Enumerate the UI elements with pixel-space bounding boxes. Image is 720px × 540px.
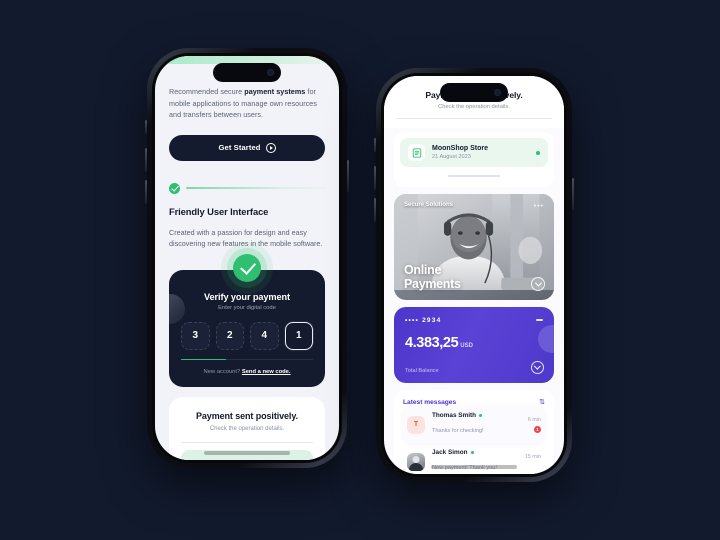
message-body: Jack Simon New payment! Thank you! bbox=[432, 449, 518, 474]
message-time: 6 min bbox=[527, 416, 541, 423]
status-dot bbox=[536, 150, 540, 155]
payment-sent-title: Payment sent positively. bbox=[196, 411, 298, 422]
store-row[interactable]: MoonShop Store 21 August 2023 bbox=[400, 138, 548, 167]
get-started-label: Get Started bbox=[218, 143, 261, 153]
screen-right: Payment sent positively. Check the opera… bbox=[384, 76, 564, 474]
message-meta: 15 min bbox=[525, 454, 541, 470]
card-number-mask: •••• 2934 bbox=[405, 317, 442, 324]
intro-text-before: Recommended secure bbox=[169, 87, 245, 96]
message-time: 15 min bbox=[524, 453, 541, 460]
otp-digit-3[interactable]: 4 bbox=[250, 321, 279, 350]
messages-title: Latest messages bbox=[403, 398, 457, 406]
volume-up-button[interactable] bbox=[145, 148, 147, 172]
feature-heading: Friendly User Interface bbox=[169, 205, 269, 217]
dynamic-island-left bbox=[213, 63, 281, 82]
verify-footer: New account? Send a new code. bbox=[181, 369, 313, 375]
power-button[interactable] bbox=[347, 160, 349, 192]
silent-switch[interactable] bbox=[145, 120, 147, 134]
intro-text-bold: payment systems bbox=[244, 87, 306, 96]
home-indicator-right[interactable] bbox=[431, 465, 517, 469]
home-indicator-left[interactable] bbox=[204, 451, 290, 455]
sort-icon[interactable]: ⇅ bbox=[539, 398, 545, 406]
message-sender: Jack Simon bbox=[432, 449, 518, 456]
message-sender: Thomas Smith bbox=[432, 412, 521, 419]
verify-section: Verify your payment Enter your digital c… bbox=[169, 253, 325, 388]
store-date: 21 August 2023 bbox=[432, 154, 471, 160]
store-card: MoonShop Store 21 August 2023 bbox=[394, 132, 554, 187]
phone-mockup-left: Recommended secure payment systems for m… bbox=[145, 48, 349, 468]
message-preview: Thanks for checking! bbox=[432, 428, 484, 434]
intro-paragraph: Recommended secure payment systems for m… bbox=[169, 86, 325, 121]
screen-left: Recommended secure payment systems for m… bbox=[155, 56, 339, 460]
message-body: Thomas Smith Thanks for checking! bbox=[432, 412, 521, 437]
divider bbox=[181, 442, 313, 444]
silent-switch[interactable] bbox=[374, 138, 376, 152]
volume-down-button[interactable] bbox=[145, 180, 147, 204]
balance-card[interactable]: •••• 2934 4.383,25 USD Total Balance bbox=[394, 307, 554, 383]
promo-title-line2: Payments bbox=[404, 276, 461, 291]
phone-bezel-left: Recommended secure payment systems for m… bbox=[152, 53, 342, 463]
message-sender-name: Thomas Smith bbox=[432, 412, 477, 419]
balance-currency: USD bbox=[460, 343, 473, 349]
phone-bezel-right: Payment sent positively. Check the opera… bbox=[381, 73, 567, 477]
arrow-down-right-circle-icon[interactable] bbox=[531, 361, 544, 374]
left-content: Recommended secure payment systems for m… bbox=[155, 64, 339, 460]
otp-digit-4[interactable]: 1 bbox=[284, 321, 313, 350]
balance-label: Total Balance bbox=[405, 368, 439, 374]
otp-input-group: 3 2 4 1 bbox=[181, 321, 313, 350]
card-drag-handle[interactable] bbox=[448, 175, 500, 177]
unread-badge: 1 bbox=[534, 425, 541, 433]
message-sender-name: Jack Simon bbox=[432, 449, 468, 456]
front-camera-icon bbox=[267, 69, 274, 76]
volume-up-button[interactable] bbox=[374, 166, 376, 190]
receipt-icon bbox=[408, 144, 425, 161]
payment-sent-subtitle: Check the operation details. bbox=[209, 426, 285, 433]
decorative-orb bbox=[538, 325, 554, 353]
messages-card: Latest messages ⇅ T Thomas Smith Thanks … bbox=[394, 390, 554, 474]
canvas: Recommended secure payment systems for m… bbox=[0, 0, 720, 540]
avatar bbox=[407, 452, 425, 471]
otp-digit-2[interactable]: 2 bbox=[215, 321, 244, 350]
volume-down-button[interactable] bbox=[374, 198, 376, 222]
phone-mockup-right: Payment sent positively. Check the opera… bbox=[374, 68, 574, 482]
otp-digit-1[interactable]: 3 bbox=[181, 321, 210, 350]
store-info: MoonShop Store 21 August 2023 bbox=[432, 145, 488, 160]
card-brand-mark bbox=[536, 319, 543, 321]
check-circle-icon bbox=[233, 253, 261, 282]
power-button[interactable] bbox=[572, 178, 574, 210]
avatar: T bbox=[407, 415, 425, 434]
message-row[interactable]: T Thomas Smith Thanks for checking! 6 mi… bbox=[403, 406, 545, 443]
verify-title: Verify your payment bbox=[204, 291, 290, 302]
verify-hint: Enter your digital code bbox=[218, 304, 276, 311]
get-started-button[interactable]: Get Started bbox=[169, 134, 325, 161]
balance-amount: 4.383,25 bbox=[405, 335, 459, 351]
right-content: MoonShop Store 21 August 2023 Secure Sol… bbox=[384, 126, 564, 474]
online-dot-icon bbox=[479, 414, 483, 417]
promo-photo-card[interactable]: Secure Solutions ••• Online Payments bbox=[394, 194, 554, 300]
header-subtitle: Check the operation details. bbox=[438, 104, 510, 110]
messages-header: Latest messages ⇅ bbox=[403, 398, 545, 407]
promo-title-line1: Online bbox=[404, 263, 442, 277]
more-horizontal-icon[interactable]: ••• bbox=[534, 203, 544, 210]
check-circle-icon bbox=[169, 182, 180, 194]
verify-footer-text: New account? bbox=[203, 369, 241, 376]
front-camera-icon bbox=[494, 89, 501, 96]
divider bbox=[396, 118, 552, 119]
arrow-down-right-circle-icon[interactable] bbox=[531, 277, 545, 291]
progress-bar bbox=[186, 187, 325, 190]
feature-body: Created with a passion for design and ea… bbox=[169, 227, 323, 249]
message-meta: 6 min 1 bbox=[528, 417, 541, 433]
balance-amount-group: 4.383,25 USD bbox=[405, 335, 473, 351]
send-new-code-link[interactable]: Send a new code. bbox=[242, 369, 291, 375]
promo-title: Online Payments bbox=[404, 263, 461, 291]
message-row[interactable]: Jack Simon New payment! Thank you! 15 mi… bbox=[403, 443, 545, 474]
online-dot-icon bbox=[470, 451, 474, 454]
dynamic-island-right bbox=[440, 83, 508, 102]
verify-progress-bar bbox=[181, 358, 313, 361]
onboarding-progress bbox=[169, 182, 325, 194]
promo-tag: Secure Solutions bbox=[404, 202, 454, 208]
store-name: MoonShop Store bbox=[432, 145, 488, 152]
verify-payment-card: Verify your payment Enter your digital c… bbox=[169, 269, 325, 388]
arrow-right-circle-icon bbox=[265, 142, 276, 153]
